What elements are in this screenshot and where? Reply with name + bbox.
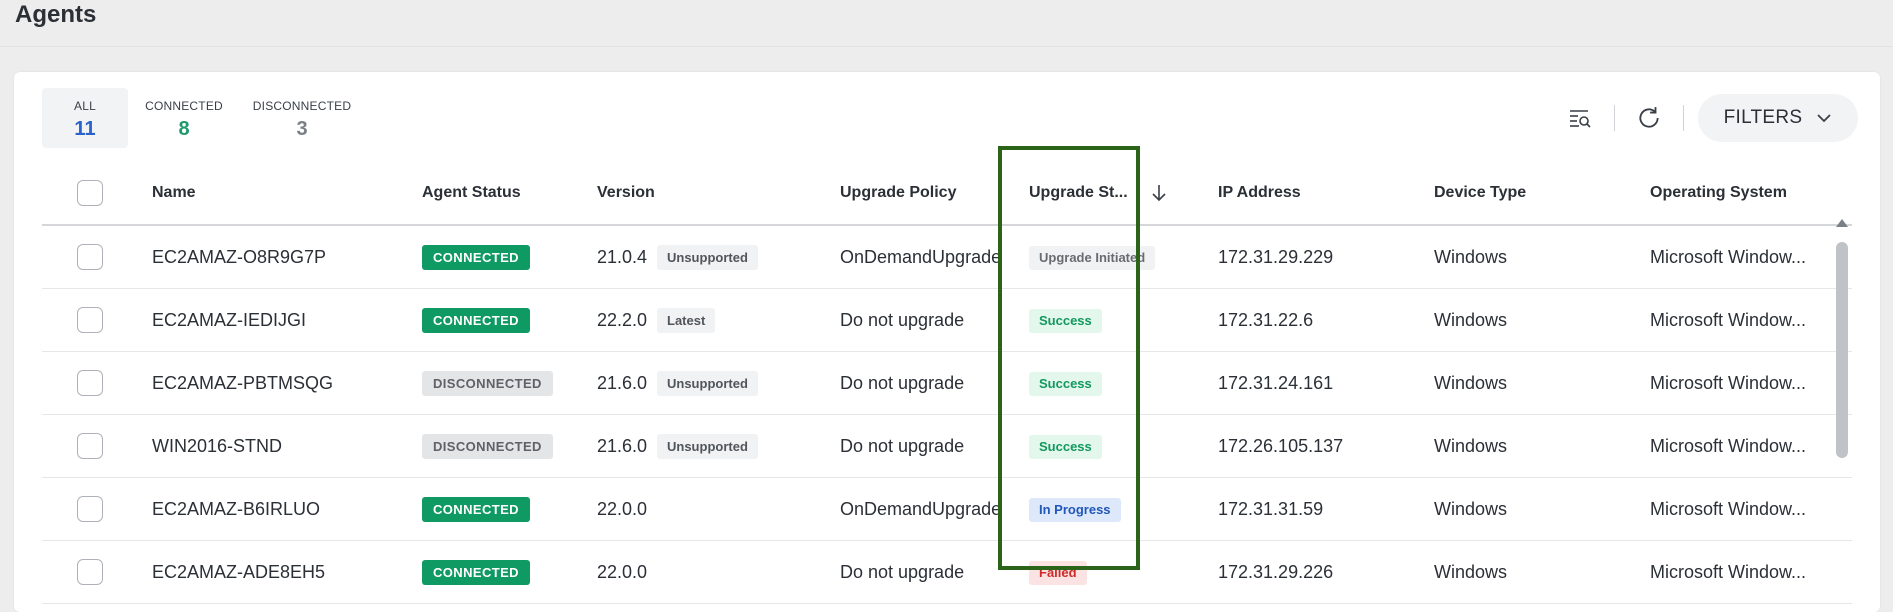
upgrade-policy: Do not upgrade [840, 562, 965, 582]
counter-connected-label: CONNECTED [145, 99, 223, 113]
agent-version: 22.0.0 [597, 499, 648, 519]
counter-disconnected-value: 3 [296, 118, 308, 140]
upgrade-status-badge: Failed [1029, 561, 1087, 585]
counter-all-label: ALL [74, 99, 96, 113]
table-row[interactable]: WIN2016-STND DISCONNECTED 21.6.0 Unsuppo… [42, 415, 1852, 478]
operating-system: Microsoft Window... [1650, 373, 1807, 393]
agent-version: 22.0.0 [597, 562, 648, 582]
version-tag: Latest [657, 308, 716, 333]
upgrade-policy: Do not upgrade [840, 373, 965, 393]
agent-name[interactable]: EC2AMAZ-ADE8EH5 [152, 541, 412, 603]
table-row[interactable]: EC2AMAZ-B6IRLUO CONNECTED 22.0.0 OnDeman… [42, 478, 1852, 541]
row-checkbox[interactable] [77, 433, 103, 459]
counter-all[interactable]: ALL 11 [42, 88, 128, 148]
upgrade-status-badge: Upgrade Initiated [1029, 246, 1156, 270]
upgrade-policy: Do not upgrade [840, 310, 965, 330]
row-checkbox[interactable] [77, 559, 103, 585]
device-type: Windows [1434, 373, 1508, 393]
agent-name[interactable]: EC2AMAZ-O8R9G7P [152, 226, 412, 288]
counter-connected[interactable]: CONNECTED 8 [128, 88, 240, 148]
table-row[interactable]: EC2AMAZ-O8R9G7P CONNECTED 21.0.4 Unsuppo… [42, 226, 1852, 289]
row-checkbox[interactable] [77, 496, 103, 522]
device-type: Windows [1434, 499, 1508, 519]
column-operating-system[interactable]: Operating System [1650, 162, 1787, 224]
counter-disconnected[interactable]: DISCONNECTED 3 [240, 88, 364, 148]
column-ip-address[interactable]: IP Address [1218, 162, 1301, 224]
table-header: Name Agent Status Version Upgrade Policy… [42, 162, 1852, 226]
ip-address: 172.31.22.6 [1218, 310, 1314, 330]
counter-all-value: 11 [74, 118, 96, 140]
ip-address: 172.31.29.226 [1218, 562, 1334, 582]
filters-button[interactable]: FILTERS [1698, 94, 1858, 142]
agent-name[interactable]: EC2AMAZ-B6IRLUO [152, 478, 412, 540]
row-checkbox[interactable] [77, 244, 103, 270]
ip-address: 172.31.24.161 [1218, 373, 1334, 393]
agent-status-badge: CONNECTED [422, 245, 530, 270]
operating-system: Microsoft Window... [1650, 310, 1807, 330]
agent-status-badge: CONNECTED [422, 497, 530, 522]
table-row[interactable]: EC2AMAZ-IEDIJGI CONNECTED 22.2.0 Latest … [42, 289, 1852, 352]
upgrade-policy: OnDemandUpgrade [840, 247, 1002, 267]
agent-name[interactable]: WIN2016-STND [152, 415, 412, 477]
counter-connected-value: 8 [178, 118, 190, 140]
upgrade-status-badge: In Progress [1029, 498, 1121, 522]
refresh-icon[interactable] [1629, 98, 1669, 138]
scroll-up-arrow-icon[interactable] [1834, 218, 1850, 232]
operating-system: Microsoft Window... [1650, 562, 1807, 582]
operating-system: Microsoft Window... [1650, 499, 1807, 519]
toolbar-divider [1614, 105, 1615, 131]
toolbar-divider [1683, 105, 1684, 131]
table-toolbar: FILTERS [1560, 94, 1858, 142]
status-counters: ALL 11 CONNECTED 8 DISCONNECTED 3 [42, 88, 364, 148]
scrollbar-thumb[interactable] [1836, 242, 1848, 458]
agent-status-badge: CONNECTED [422, 560, 530, 585]
counter-disconnected-label: DISCONNECTED [252, 99, 352, 113]
upgrade-status-badge: Success [1029, 435, 1102, 459]
version-tag: Unsupported [657, 434, 758, 459]
chevron-down-icon [1816, 107, 1832, 129]
filters-button-label: FILTERS [1723, 107, 1803, 128]
table-row[interactable]: EC2AMAZ-PBTMSQG DISCONNECTED 21.6.0 Unsu… [42, 352, 1852, 415]
ip-address: 172.26.105.137 [1218, 436, 1344, 456]
row-checkbox[interactable] [77, 307, 103, 333]
sort-arrow-down-icon[interactable] [1150, 183, 1168, 208]
upgrade-status-badge: Success [1029, 309, 1102, 333]
column-upgrade-policy[interactable]: Upgrade Policy [840, 162, 956, 224]
page-header: Agents [0, 0, 1893, 47]
column-version[interactable]: Version [597, 162, 655, 224]
column-agent-status[interactable]: Agent Status [422, 162, 521, 224]
device-type: Windows [1434, 247, 1508, 267]
list-search-icon[interactable] [1560, 98, 1600, 138]
device-type: Windows [1434, 310, 1508, 330]
operating-system: Microsoft Window... [1650, 247, 1807, 267]
column-upgrade-status[interactable]: Upgrade St... [1029, 162, 1128, 224]
upgrade-policy: OnDemandUpgrade [840, 499, 1002, 519]
column-name[interactable]: Name [152, 162, 196, 224]
ip-address: 172.31.31.59 [1218, 499, 1324, 519]
agent-status-badge: DISCONNECTED [422, 371, 553, 396]
row-checkbox[interactable] [77, 370, 103, 396]
agent-status-badge: CONNECTED [422, 308, 530, 333]
upgrade-status-badge: Success [1029, 372, 1102, 396]
upgrade-policy: Do not upgrade [840, 436, 965, 456]
version-tag: Unsupported [657, 371, 758, 396]
select-all-checkbox[interactable] [77, 180, 103, 206]
device-type: Windows [1434, 562, 1508, 582]
table-row[interactable]: EC2AMAZ-ADE8EH5 CONNECTED 22.0.0 Do not … [42, 541, 1852, 604]
agent-name[interactable]: EC2AMAZ-PBTMSQG [152, 352, 412, 414]
page-title: Agents [15, 1, 97, 28]
version-tag: Unsupported [657, 245, 758, 270]
agent-name[interactable]: EC2AMAZ-IEDIJGI [152, 289, 412, 351]
agents-table: Name Agent Status Version Upgrade Policy… [42, 162, 1852, 604]
operating-system: Microsoft Window... [1650, 436, 1807, 456]
column-device-type[interactable]: Device Type [1434, 162, 1526, 224]
device-type: Windows [1434, 436, 1508, 456]
agents-card: ALL 11 CONNECTED 8 DISCONNECTED 3 FILTER… [14, 72, 1880, 612]
agent-status-badge: DISCONNECTED [422, 434, 553, 459]
ip-address: 172.31.29.229 [1218, 247, 1334, 267]
